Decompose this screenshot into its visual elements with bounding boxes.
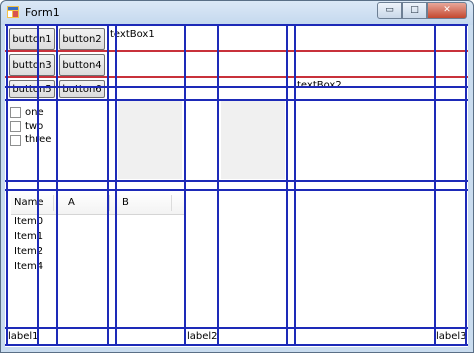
checkbox-two-label: two — [25, 121, 44, 132]
grid-line-horizontal — [5, 189, 468, 191]
caption-buttons: ▭ □ ✕ — [377, 2, 467, 19]
window-title: Form1 — [25, 6, 60, 19]
checkbox-three[interactable] — [10, 135, 21, 146]
column-header-name[interactable]: Name — [14, 197, 44, 208]
grey-panel-right — [221, 101, 285, 179]
grid-line-vertical — [217, 24, 219, 346]
grid-line-horizontal — [5, 86, 468, 88]
button3[interactable]: button3 — [9, 54, 55, 76]
header-separator — [171, 195, 172, 211]
row-guide-line — [5, 50, 468, 52]
column-header-a[interactable]: A — [68, 197, 75, 208]
header-separator — [53, 195, 54, 211]
grid-line-horizontal — [5, 344, 468, 346]
title-bar[interactable]: Form1 ▭ □ ✕ — [1, 1, 473, 25]
grid-line-vertical — [434, 24, 436, 346]
button2[interactable]: button2 — [59, 28, 105, 50]
grid-line-vertical — [6, 24, 8, 346]
grid-line-horizontal — [5, 24, 468, 26]
maximize-button[interactable]: □ — [402, 2, 427, 19]
checkbox-one-label: one — [25, 107, 44, 118]
grid-line-horizontal — [5, 99, 468, 101]
app-icon — [7, 6, 19, 18]
grid-line-vertical — [294, 24, 296, 346]
grid-line-vertical — [56, 24, 58, 346]
column-header-b[interactable]: B — [122, 197, 129, 208]
grid-line-horizontal — [5, 327, 468, 329]
checkbox-one[interactable] — [10, 107, 21, 118]
grid-line-vertical — [465, 24, 467, 346]
grid-line-horizontal — [5, 180, 468, 182]
label1: label1 — [8, 331, 39, 342]
grid-line-vertical — [184, 24, 186, 346]
grey-panel-left — [118, 101, 182, 179]
grid-line-vertical — [286, 24, 288, 346]
close-button[interactable]: ✕ — [427, 2, 467, 19]
label3: label3 — [436, 331, 467, 342]
checkbox-two[interactable] — [10, 121, 21, 132]
button5[interactable]: button5 — [9, 80, 55, 98]
header-separator — [109, 195, 110, 211]
button4[interactable]: button4 — [59, 54, 105, 76]
minimize-button[interactable]: ▭ — [377, 2, 402, 19]
row-guide-line — [5, 76, 468, 78]
grid-line-vertical — [115, 24, 117, 346]
grid-line-vertical — [107, 24, 109, 346]
button1[interactable]: button1 — [9, 28, 55, 50]
grid-line-vertical — [37, 24, 39, 346]
label2: label2 — [187, 331, 218, 342]
button6[interactable]: button6 — [59, 80, 105, 98]
